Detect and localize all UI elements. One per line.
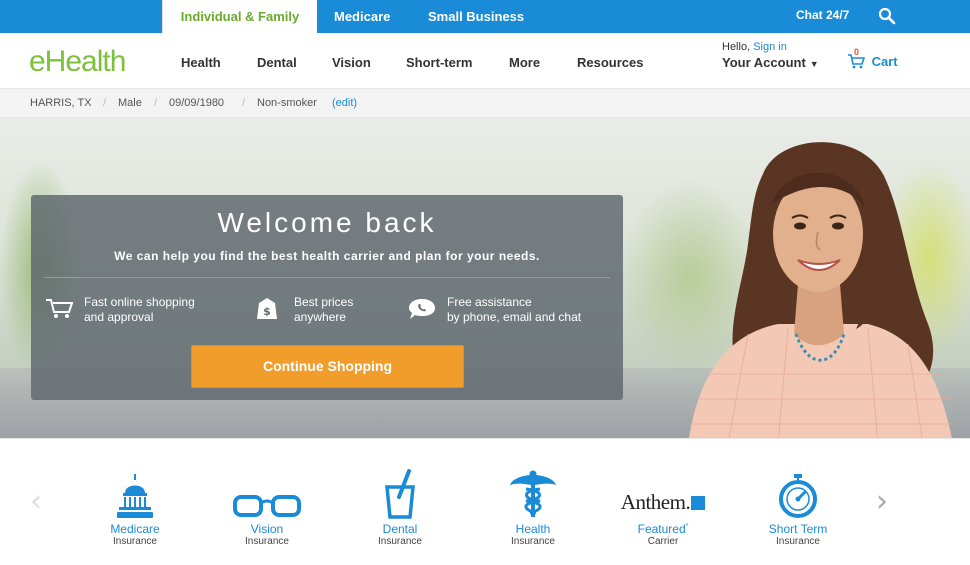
- product-kind: Insurance: [113, 536, 157, 547]
- toothbrush-cup-icon: [385, 469, 415, 519]
- chat-bubble-icon: [409, 299, 435, 319]
- product-name: Featured*: [608, 522, 718, 536]
- caduceus-icon: [510, 470, 556, 517]
- profile-dob: 09/09/1980: [169, 97, 225, 109]
- header: eHealth Health Dental Vision Short-term …: [0, 33, 970, 89]
- profile-edit-link[interactable]: (edit): [332, 97, 357, 109]
- cart-label: Cart: [871, 54, 898, 69]
- product-name: Short Term: [768, 522, 828, 536]
- continue-shopping-button[interactable]: Continue Shopping: [191, 345, 464, 388]
- welcome-card: Welcome back We can help you find the be…: [31, 195, 623, 400]
- nav-vision[interactable]: Vision: [332, 55, 371, 70]
- feature-line: anywhere: [294, 310, 347, 324]
- search-button[interactable]: [864, 0, 908, 33]
- product-health[interactable]: Health Insurance: [478, 467, 588, 547]
- product-vision[interactable]: Vision Insurance: [212, 467, 322, 547]
- sign-in-link[interactable]: Sign in: [753, 41, 787, 53]
- profile-location: HARRIS, TX: [30, 97, 92, 109]
- product-name: Dental: [382, 522, 418, 536]
- separator: /: [242, 97, 246, 109]
- feature-line: Best prices: [294, 295, 354, 309]
- smiling-woman-photo: [689, 142, 953, 438]
- separator: /: [103, 97, 107, 109]
- welcome-title: Welcome back: [217, 207, 437, 238]
- profile-bar: HARRIS, TX / Male / 09/09/1980 / Non-smo…: [0, 89, 970, 118]
- top-bar: Individual & Family Medicare Small Busin…: [0, 0, 970, 33]
- price-tag-icon: $: [257, 298, 277, 319]
- nav-dental[interactable]: Dental: [257, 55, 297, 70]
- chevron-down-icon: ▼: [809, 59, 819, 69]
- anthem-logo: Anthem.: [608, 490, 718, 515]
- separator: /: [154, 97, 158, 109]
- product-name: Health: [515, 522, 551, 536]
- svg-text:$: $: [263, 305, 271, 318]
- feature-line: by phone, email and chat: [447, 310, 582, 324]
- product-featured-carrier[interactable]: Anthem. Featured* Carrier: [608, 467, 718, 547]
- product-dental[interactable]: Dental Insurance: [345, 467, 455, 547]
- tab-individual-family[interactable]: Individual & Family: [162, 0, 317, 33]
- your-account-dropdown[interactable]: Your Account ▼: [722, 55, 819, 70]
- carousel-next-arrow[interactable]: ›: [876, 484, 888, 519]
- product-kind: Insurance: [511, 536, 555, 547]
- product-short-term[interactable]: Short Term Insurance: [743, 467, 853, 547]
- feature-line: Free assistance: [447, 295, 532, 309]
- account-menu: Hello, Sign in Your Account ▼: [722, 41, 819, 70]
- nav-short-term[interactable]: Short-term: [406, 55, 472, 70]
- chat-link[interactable]: Chat 24/7: [796, 0, 849, 31]
- search-icon: [878, 7, 896, 25]
- product-kind: Carrier: [647, 536, 679, 547]
- tab-medicare[interactable]: Medicare: [334, 0, 390, 33]
- profile-gender: Male: [118, 97, 142, 109]
- welcome-subtitle: We can help you find the best health car…: [114, 249, 540, 263]
- blue-cross-icon: [691, 496, 706, 510]
- nav-more[interactable]: More: [509, 55, 540, 70]
- product-name: Vision: [250, 522, 284, 536]
- your-account-label: Your Account: [722, 55, 806, 70]
- hello-text: Hello,: [722, 41, 751, 53]
- nav-resources[interactable]: Resources: [577, 55, 643, 70]
- cart-icon: [46, 299, 74, 318]
- product-name-text: Featured: [637, 522, 686, 536]
- divider: [44, 277, 610, 278]
- product-name: Medicare: [110, 522, 160, 536]
- glasses-icon: [233, 495, 301, 517]
- product-medicare[interactable]: Medicare Insurance: [80, 467, 190, 547]
- footnote-marker: *: [685, 523, 689, 530]
- feature-line: Fast online shopping: [84, 295, 195, 309]
- product-kind: Insurance: [378, 536, 422, 547]
- feature-line: and approval: [84, 310, 154, 324]
- stopwatch-icon: [779, 474, 817, 518]
- carousel-prev-arrow[interactable]: ‹: [30, 484, 42, 519]
- capitol-icon: [117, 474, 153, 518]
- profile-smoker: Non-smoker: [257, 97, 317, 109]
- tab-small-business[interactable]: Small Business: [428, 0, 524, 33]
- ehealth-logo[interactable]: eHealth: [29, 45, 126, 79]
- nav-health[interactable]: Health: [181, 55, 221, 70]
- cart-count-badge: 0: [854, 47, 860, 57]
- cart-link[interactable]: 0 Cart: [847, 47, 898, 69]
- product-carousel: ‹ › Medicare Insurance Vision Insurance: [0, 438, 970, 565]
- anthem-logo-text: Anthem.: [620, 490, 691, 514]
- product-kind: Insurance: [776, 536, 820, 547]
- product-kind: Insurance: [245, 536, 289, 547]
